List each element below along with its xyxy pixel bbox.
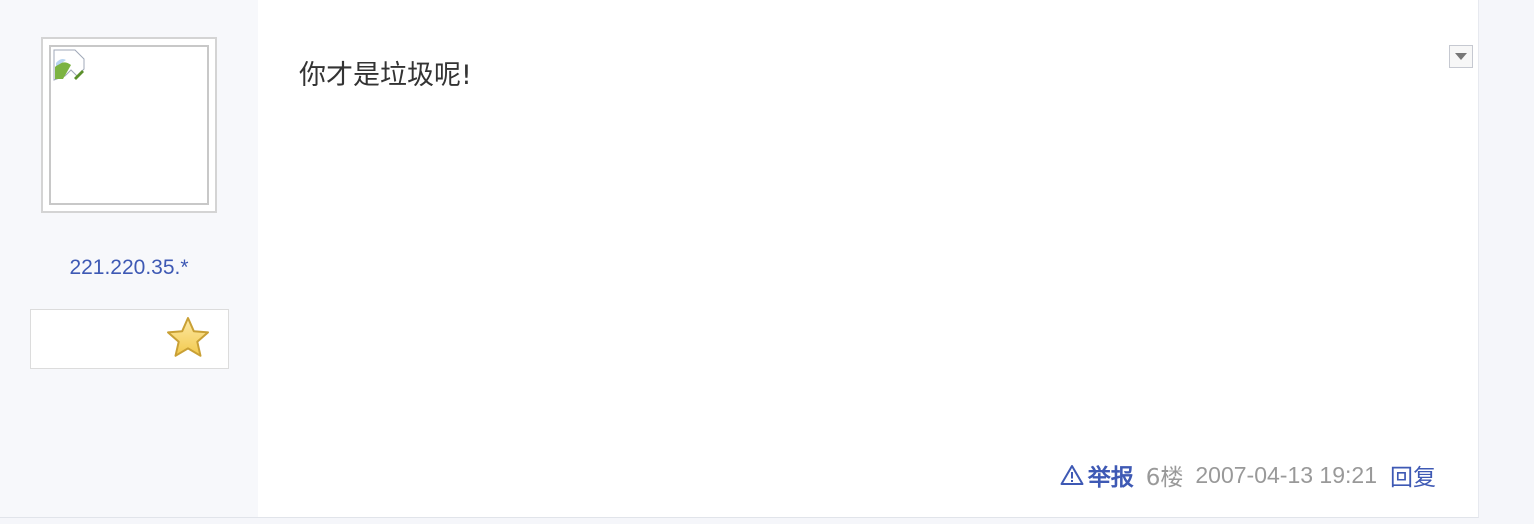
report-button[interactable]: 举报 — [1060, 458, 1134, 492]
post-content: 你才是垃圾呢! — [299, 60, 472, 91]
post-tail: 举报 6楼 2007-04-13 19:21 回复 — [1060, 458, 1436, 492]
author-name-link[interactable]: 221.220.35.* — [0, 256, 258, 280]
author-sidebar: 221.220.35.* — [0, 0, 258, 517]
user-level-badge — [30, 309, 229, 369]
dropdown-arrow-icon — [1455, 53, 1467, 60]
post-menu-button[interactable] — [1449, 45, 1473, 68]
warning-triangle-icon — [1060, 465, 1084, 485]
post-item: 221.220.35.* 你才是垃圾呢! 举报 6楼 2007-04-13 19… — [0, 0, 1479, 518]
broken-image-icon — [53, 49, 85, 81]
avatar-image-frame — [49, 45, 209, 205]
reply-button[interactable]: 回复 — [1390, 458, 1436, 492]
report-label: 举报 — [1087, 465, 1134, 491]
floor-number: 6楼 — [1145, 465, 1184, 491]
avatar[interactable] — [41, 37, 217, 213]
post-time: 2007-04-13 19:21 — [1195, 461, 1377, 488]
star-icon — [167, 317, 209, 357]
